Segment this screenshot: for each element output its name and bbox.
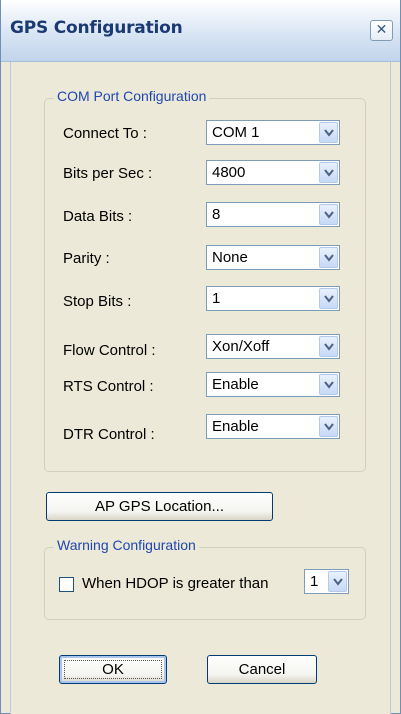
- data-bits-select[interactable]: 8: [206, 202, 340, 227]
- dialog-body: COM Port Configuration Connect To : COM …: [10, 62, 391, 714]
- chevron-down-icon[interactable]: [319, 122, 338, 143]
- flow-control-select[interactable]: Xon/Xoff: [206, 334, 340, 359]
- com-port-group-title: COM Port Configuration: [54, 88, 210, 104]
- rts-control-label: RTS Control :: [63, 378, 154, 395]
- flow-control-label: Flow Control :: [63, 342, 156, 359]
- data-bits-value: 8: [212, 206, 221, 223]
- ap-gps-location-button[interactable]: AP GPS Location...: [46, 492, 273, 521]
- connect-to-select[interactable]: COM 1: [206, 120, 340, 145]
- hdop-checkbox[interactable]: [59, 577, 74, 592]
- close-button[interactable]: ✕: [370, 20, 393, 41]
- parity-select[interactable]: None: [206, 245, 340, 270]
- rts-control-value: Enable: [212, 376, 259, 393]
- title-bar[interactable]: GPS Configuration ✕: [1, 0, 400, 62]
- chevron-down-icon[interactable]: [319, 204, 338, 225]
- dtr-control-select[interactable]: Enable: [206, 414, 340, 439]
- stop-bits-value: 1: [212, 290, 221, 307]
- stop-bits-select[interactable]: 1: [206, 286, 340, 311]
- dtr-control-label: DTR Control :: [63, 426, 155, 443]
- ok-button[interactable]: OK: [59, 655, 167, 684]
- chevron-down-icon[interactable]: [319, 336, 338, 357]
- connect-to-value: COM 1: [212, 124, 260, 141]
- chevron-down-icon[interactable]: [319, 247, 338, 268]
- chevron-down-icon[interactable]: [319, 416, 338, 437]
- bits-per-sec-value: 4800: [212, 164, 246, 181]
- gps-configuration-dialog: GPS Configuration ✕ COM Port Configurati…: [0, 0, 401, 714]
- data-bits-label: Data Bits :: [63, 208, 133, 225]
- hdop-select[interactable]: 1: [304, 569, 349, 594]
- flow-control-value: Xon/Xoff: [212, 338, 270, 355]
- chevron-down-icon[interactable]: [328, 571, 347, 592]
- chevron-down-icon[interactable]: [319, 162, 338, 183]
- chevron-down-icon[interactable]: [319, 288, 338, 309]
- close-icon: ✕: [375, 22, 388, 38]
- parity-value: None: [212, 249, 248, 266]
- stop-bits-label: Stop Bits :: [63, 293, 132, 310]
- cancel-button[interactable]: Cancel: [207, 655, 317, 684]
- cancel-button-label: Cancel: [238, 661, 286, 678]
- bits-per-sec-select[interactable]: 4800: [206, 160, 340, 185]
- warning-group-title: Warning Configuration: [54, 537, 199, 553]
- parity-label: Parity :: [63, 250, 110, 267]
- bits-per-sec-label: Bits per Sec :: [63, 165, 153, 182]
- chevron-down-icon[interactable]: [319, 374, 338, 395]
- hdop-value: 1: [310, 573, 319, 590]
- rts-control-select[interactable]: Enable: [206, 372, 340, 397]
- dtr-control-value: Enable: [212, 418, 259, 435]
- connect-to-label: Connect To :: [63, 125, 147, 142]
- dialog-title: GPS Configuration: [10, 18, 183, 38]
- focus-rectangle: [64, 660, 162, 679]
- hdop-checkbox-label[interactable]: When HDOP is greater than: [82, 575, 268, 592]
